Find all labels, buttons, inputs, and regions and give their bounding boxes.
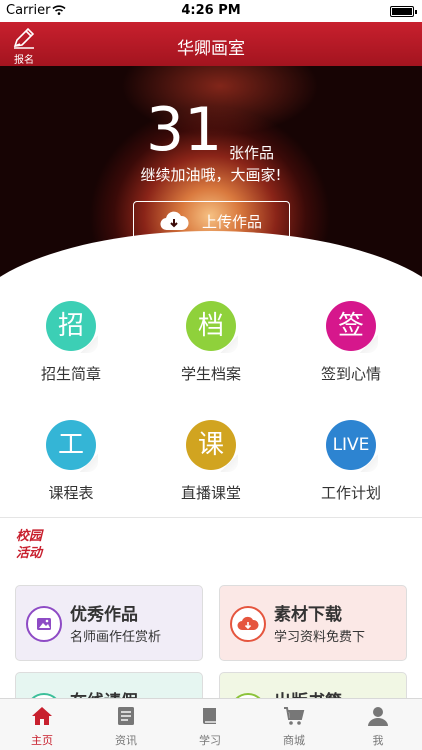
section-divider (0, 517, 422, 518)
tab-label: 学习 (199, 734, 221, 747)
cart-icon (284, 707, 305, 725)
grid-item-label: 学生档案 (180, 365, 241, 383)
status-bar: Carrier 4:26 PM (0, 0, 422, 22)
user-icon (368, 707, 388, 726)
schedule-icon: 工 (46, 420, 98, 472)
enrollment-icon: 招 (46, 301, 98, 353)
status-time: 4:26 PM (181, 3, 241, 18)
card-subtitle: 学习资料免费下 (274, 630, 366, 645)
grid-item-label: 工作计划 (320, 484, 381, 502)
encouragement-text: 继续加油哦，大画家! (140, 166, 282, 184)
grid-item-live-class[interactable]: 课 直播课堂 (141, 420, 281, 503)
grid-item-work-plan[interactable]: LIVE 工作计划 (281, 420, 421, 503)
upload-artwork-button[interactable]: 上传作品 (133, 201, 290, 240)
artwork-count-unit: 张作品 (229, 144, 275, 162)
tab-bar: 主页 资讯 学习 商城 我 (0, 698, 422, 750)
artwork-count: 31 (146, 95, 223, 165)
card-material-download[interactable]: 素材下载 学习资料免费下 (219, 585, 407, 661)
picture-icon (26, 606, 62, 642)
study-icon (203, 708, 216, 724)
tab-news[interactable]: 资讯 (84, 699, 168, 750)
page-title: 华卿画室 (177, 39, 245, 59)
news-icon (118, 707, 134, 725)
checkin-icon: 签 (326, 301, 378, 353)
tab-label: 资讯 (115, 734, 137, 747)
cloud-download-icon (160, 211, 189, 231)
grid-item-schedule[interactable]: 工 课程表 (1, 420, 141, 503)
student-files-icon: 档 (186, 301, 238, 353)
app-screen: Carrier 4:26 PM 报名 华卿画室 31 张作品 继续加油哦，大画家… (0, 0, 422, 750)
tab-shop[interactable]: 商城 (252, 699, 336, 750)
home-icon (32, 707, 52, 725)
grid-item-student-files[interactable]: 档 学生档案 (141, 301, 281, 384)
campus-activity-title: 校园 活动 (16, 529, 43, 561)
live-class-icon: 课 (186, 420, 238, 472)
hero-banner: 31 张作品 继续加油哦，大画家! 上传作品 (0, 66, 422, 286)
tab-study[interactable]: 学习 (168, 699, 252, 750)
cloud-download-icon (230, 606, 266, 642)
card-subtitle: 名师画作任赏析 (70, 630, 162, 645)
grid-item-label: 直播课堂 (180, 484, 241, 502)
grid-item-enrollment[interactable]: 招 招生简章 (1, 301, 141, 384)
grid-item-checkin[interactable]: 签 签到心情 (281, 301, 421, 384)
battery-icon (390, 6, 417, 17)
card-excellent-works[interactable]: 优秀作品 名师画作任赏析 (15, 585, 203, 661)
grid-item-label: 课程表 (48, 484, 94, 502)
card-title: 优秀作品 (70, 605, 138, 625)
card-title: 素材下载 (274, 605, 342, 625)
tab-label: 商城 (283, 734, 305, 747)
tab-label: 主页 (31, 734, 53, 747)
upload-label: 上传作品 (202, 213, 263, 231)
live-icon: LIVE (326, 420, 378, 472)
tab-label: 我 (372, 734, 384, 747)
grid-item-label: 招生简章 (40, 365, 101, 383)
nav-bar: 报名 华卿画室 (0, 22, 422, 66)
grid-item-label: 签到心情 (320, 365, 381, 383)
tab-home[interactable]: 主页 (0, 699, 84, 750)
tab-me[interactable]: 我 (336, 699, 420, 750)
